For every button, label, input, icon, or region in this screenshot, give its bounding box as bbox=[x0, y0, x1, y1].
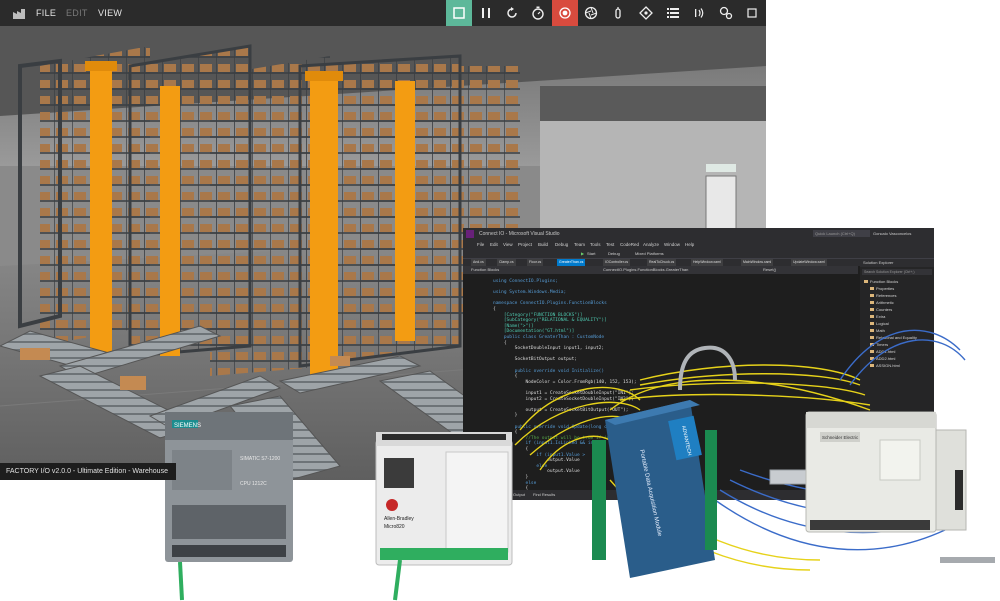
siemens-brand: SIEMENS bbox=[174, 423, 201, 429]
touch-icon[interactable] bbox=[605, 0, 631, 26]
siemens-plc: SIEMENS SIMATIC S7-1200 CPU 1212C bbox=[165, 412, 293, 601]
reset-icon[interactable] bbox=[499, 0, 525, 26]
allen-bradley-brand: Allen-Bradley bbox=[384, 516, 414, 522]
menu-view[interactable]: VIEW bbox=[98, 0, 122, 26]
camera-icon[interactable] bbox=[578, 0, 604, 26]
menu-edit[interactable]: EDIT bbox=[66, 0, 88, 26]
siemens-cpu: CPU 1212C bbox=[240, 481, 267, 487]
drivers-icon[interactable] bbox=[713, 0, 739, 26]
target-icon[interactable] bbox=[633, 0, 659, 26]
schneider-brand: Schneider Electric bbox=[822, 435, 859, 440]
allen-bradley-plc: Allen-Bradley Micro820 bbox=[375, 432, 513, 601]
more-icon[interactable] bbox=[739, 0, 765, 26]
menu-file[interactable]: FILE bbox=[36, 0, 56, 26]
pause-icon[interactable] bbox=[473, 0, 499, 26]
daq-module: ADVANTECH Portable Data Acquisition Modu… bbox=[592, 400, 717, 578]
hardware-overlay: SIEMENS SIMATIC S7-1200 CPU 1212C Allen-… bbox=[165, 329, 995, 601]
factoryio-logo-icon bbox=[6, 0, 32, 26]
record-icon[interactable] bbox=[552, 0, 578, 26]
factoryio-status-bar: FACTORY I/O v2.0.0 - Ultimate Edition - … bbox=[0, 463, 176, 480]
list-icon[interactable] bbox=[660, 0, 686, 26]
schneider-plc: Schneider Electric bbox=[805, 411, 995, 563]
stopwatch-icon[interactable] bbox=[525, 0, 551, 26]
factoryio-toolbar: FILE EDIT VIEW bbox=[0, 0, 766, 26]
sensor-icon[interactable] bbox=[687, 0, 713, 26]
allen-bradley-model: Micro820 bbox=[384, 524, 405, 530]
siemens-model: SIMATIC S7-1200 bbox=[240, 456, 280, 462]
select-icon[interactable] bbox=[446, 0, 472, 26]
